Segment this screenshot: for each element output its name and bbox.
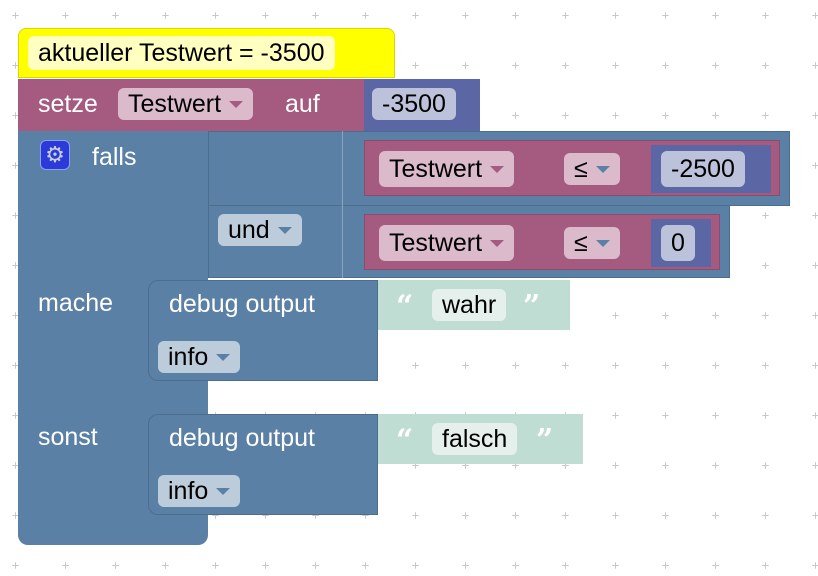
- operator-value: ≤: [574, 229, 588, 257]
- dropdown-arrow-icon: [595, 239, 610, 247]
- operator-dropdown[interactable]: ≤: [564, 227, 620, 259]
- log-level-dropdown[interactable]: info: [158, 341, 241, 373]
- log-level-dropdown[interactable]: info: [158, 475, 241, 507]
- text-block-else[interactable]: “ falsch ”: [378, 414, 583, 464]
- if-label: falls: [92, 143, 137, 171]
- number-block[interactable]: -2500: [651, 145, 771, 193]
- variable-dropdown[interactable]: Testwert: [118, 88, 254, 120]
- text-field[interactable]: falsch: [432, 423, 518, 455]
- number-block[interactable]: 0: [651, 219, 711, 267]
- compare-block-1[interactable]: Testwert ≤ -2500: [364, 140, 780, 196]
- operator-value: ≤: [574, 155, 588, 183]
- dropdown-arrow-icon: [216, 487, 231, 495]
- dropdown-arrow-icon: [216, 353, 231, 361]
- operator-dropdown[interactable]: ≤: [564, 153, 620, 185]
- else-label: sonst: [38, 423, 98, 451]
- debug-output-label: debug output: [169, 290, 315, 318]
- dropdown-arrow-icon: [595, 165, 610, 173]
- close-quote-icon: ”: [523, 289, 541, 324]
- debug-output-label: debug output: [169, 424, 315, 452]
- dropdown-arrow-icon: [490, 165, 505, 173]
- open-quote-icon: “: [396, 423, 414, 458]
- gear-icon[interactable]: ⚙: [40, 140, 70, 170]
- if-block-divider: [18, 380, 208, 414]
- logic-op-value: und: [228, 216, 270, 244]
- then-label: mache: [38, 289, 114, 317]
- close-quote-icon: ”: [536, 423, 554, 458]
- text-field[interactable]: wahr: [432, 289, 507, 321]
- log-level-value: info: [168, 343, 209, 371]
- variable-name: Testwert: [389, 155, 483, 183]
- compare-block-2[interactable]: Testwert ≤ 0: [364, 214, 720, 270]
- debug-output-block-else[interactable]: debug output info: [148, 414, 378, 515]
- logic-divider: [342, 131, 343, 278]
- text-block-then[interactable]: “ wahr ”: [378, 280, 570, 330]
- comment-bubble[interactable]: aktueller Testwert = -3500: [18, 28, 395, 78]
- dropdown-arrow-icon: [490, 239, 505, 247]
- dropdown-arrow-icon: [229, 100, 244, 108]
- dropdown-arrow-icon: [277, 226, 292, 234]
- number-block[interactable]: -3500: [364, 79, 480, 131]
- open-quote-icon: “: [396, 289, 414, 324]
- to-label: auf: [285, 90, 320, 118]
- number-field[interactable]: -3500: [372, 88, 456, 120]
- number-field[interactable]: 0: [661, 225, 695, 261]
- variable-name: Testwert: [389, 229, 483, 257]
- logic-op-dropdown[interactable]: und: [218, 214, 302, 246]
- debug-output-block-then[interactable]: debug output info: [148, 280, 378, 381]
- set-variable-block[interactable]: setze Testwert auf: [18, 79, 364, 131]
- set-label: setze: [38, 90, 98, 118]
- variable-name: Testwert: [128, 90, 222, 118]
- number-field[interactable]: -2500: [661, 151, 745, 187]
- comment-text[interactable]: aktueller Testwert = -3500: [28, 36, 335, 70]
- variable-dropdown[interactable]: Testwert: [379, 225, 515, 261]
- variable-dropdown[interactable]: Testwert: [379, 151, 515, 187]
- log-level-value: info: [168, 477, 209, 505]
